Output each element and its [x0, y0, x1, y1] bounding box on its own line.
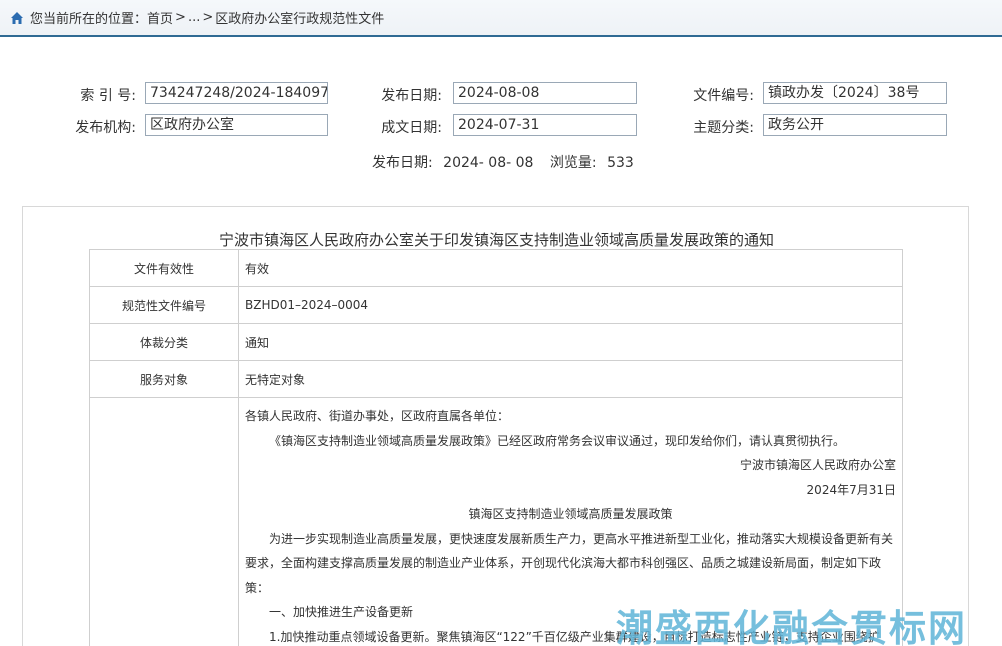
index-number-label: 索 引 号: — [80, 88, 136, 104]
written-date-field: 2024-07-31 — [453, 114, 637, 136]
row-value: 有效 — [238, 249, 903, 287]
breadcrumb-prefix: 您当前所在的位置： — [30, 12, 148, 27]
table-row: 规范性文件编号 BZHD01–2024–0004 — [89, 286, 903, 324]
home-icon — [11, 11, 23, 24]
intro-paragraph: 《镇海区支持制造业领域高质量发展政策》已经区政府常务会议审议通过，现印发给你们，… — [269, 433, 846, 448]
document-number-field: 镇政办发〔2024〕38号 — [763, 82, 947, 104]
issuing-agency-label: 发布机构: — [75, 120, 136, 136]
metadata-row-1: 索 引 号: 734247248/2024-184097 发布日期: 2024-… — [0, 82, 1002, 106]
row-key: 规范性文件编号 — [89, 286, 239, 324]
document-panel: 宁波市镇海区人民政府办公室关于印发镇海区支持制造业领域高质量发展政策的通知 文件… — [22, 206, 969, 646]
row-key: 文件有效性 — [89, 249, 239, 287]
breadcrumb-current-link[interactable]: 区政府办公室行政规范性文件 — [215, 8, 384, 27]
metadata-row-2: 发布机构: 区政府办公室 成文日期: 2024-07-31 主题分类: 政务公开 — [0, 114, 1002, 138]
topic-category-field: 政务公开 — [763, 114, 947, 136]
row-value: 通知 — [238, 323, 903, 361]
view-count: 533 — [607, 155, 634, 171]
document-title: 宁波市镇海区人民政府办公室关于印发镇海区支持制造业领域高质量发展政策的通知 — [218, 231, 774, 249]
breadcrumb-separator: > — [202, 10, 214, 25]
written-date-label: 成文日期: — [381, 120, 442, 136]
topic-category-label: 主题分类: — [693, 120, 754, 136]
breadcrumb: 您当前所在的位置： 首页 > ... > 区政府办公室行政规范性文件 — [0, 0, 1002, 37]
breadcrumb-home-link[interactable]: 首页 — [147, 8, 173, 27]
row-value: BZHD01–2024–0004 — [238, 286, 903, 324]
issuing-agency-field: 区政府办公室 — [145, 114, 328, 136]
row-key: 服务对象 — [89, 360, 239, 398]
watermark-text: 潮盛西化融合贯标网 — [616, 607, 967, 646]
table-row: 服务对象 无特定对象 — [89, 360, 903, 398]
publish-stats: 发布日期: 2024- 08- 08 浏览量: 533 — [372, 152, 640, 172]
stats-publish-date: 2024- 08- 08 — [443, 155, 534, 171]
document-info-table: 文件有效性 有效 规范性文件编号 BZHD01–2024–0004 体裁分类 通… — [89, 249, 903, 646]
publish-date-field: 2024-08-08 — [453, 82, 637, 104]
row-key: 体裁分类 — [89, 323, 239, 361]
policy-title: 镇海区支持制造业领域高质量发展政策 — [468, 507, 673, 521]
table-row: 体裁分类 通知 — [89, 323, 903, 361]
document-number-label: 文件编号: — [693, 88, 754, 104]
publish-date-label: 发布日期: — [381, 88, 442, 104]
stats-publish-label: 发布日期: — [372, 155, 433, 171]
policy-paragraph: 为进一步实现制造业高质量发展，更快速度发展新质生产力，更高水平推进新型工业化，推… — [245, 531, 894, 595]
signature-date: 2024年7月31日 — [806, 482, 896, 497]
view-count-label: 浏览量: — [549, 155, 597, 171]
breadcrumb-ellipsis-link[interactable]: ... — [188, 10, 200, 25]
addressee: 各镇人民政府、街道办事处，区政府直属各单位： — [245, 409, 510, 423]
breadcrumb-separator: > — [175, 10, 186, 25]
body-key-cell — [89, 397, 239, 646]
signature: 宁波市镇海区人民政府办公室 — [739, 458, 896, 472]
index-number-field: 734247248/2024-184097 — [145, 82, 328, 104]
table-row: 文件有效性 有效 — [89, 249, 903, 287]
row-value: 无特定对象 — [238, 360, 903, 398]
